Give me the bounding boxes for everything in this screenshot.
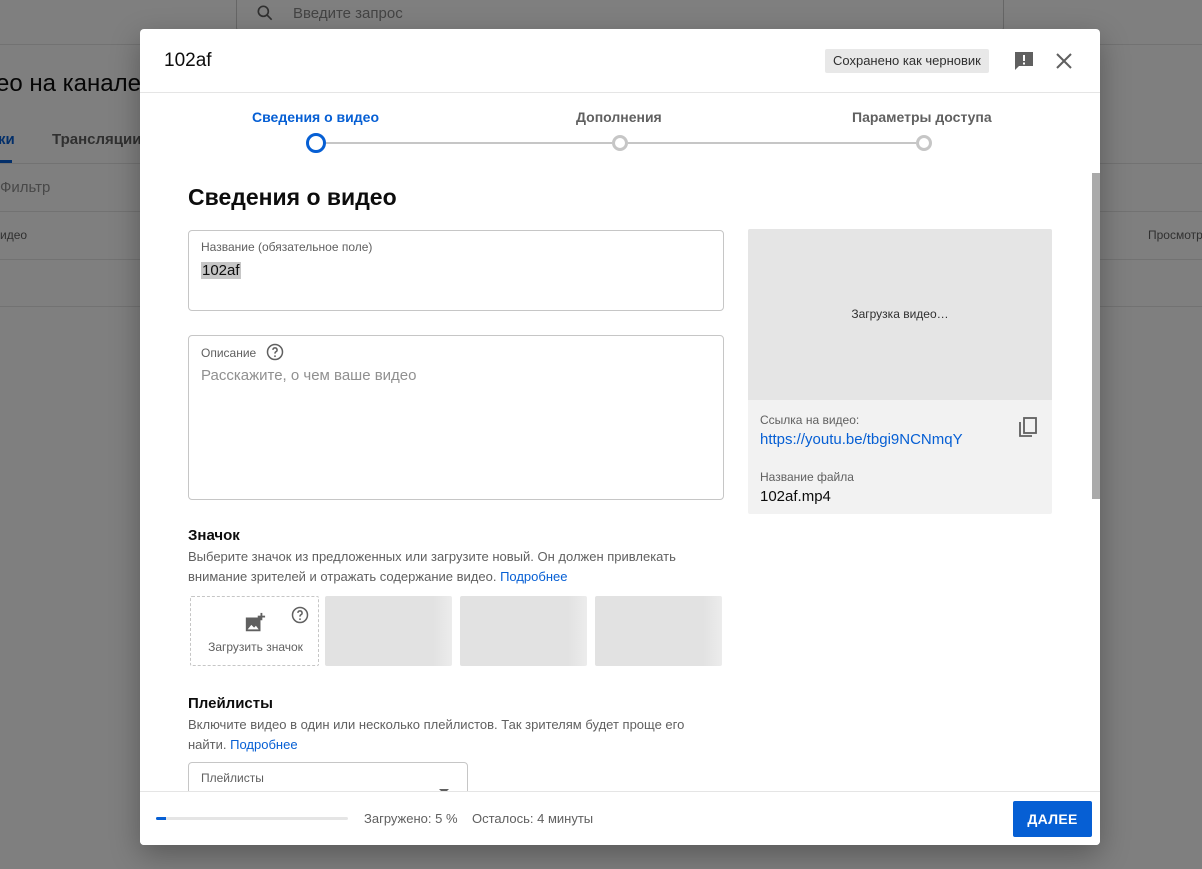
upload-status: Загружено: 5 %	[364, 811, 458, 826]
title-field-label: Название (обязательное поле)	[201, 240, 373, 254]
title-field[interactable]: Название (обязательное поле) 102af	[188, 230, 724, 311]
file-name-label: Название файла	[760, 470, 854, 484]
stepper-line	[326, 142, 612, 144]
video-link-label: Ссылка на видео:	[760, 413, 860, 427]
step-dot-details[interactable]	[306, 133, 326, 153]
step-dot-extras[interactable]	[612, 135, 628, 151]
upload-thumbnail-button[interactable]: Загрузить значок	[190, 596, 319, 666]
video-preview-card: Загрузка видео… Ссылка на видео: https:/…	[748, 229, 1052, 514]
description-field[interactable]: Описание Расскажите, о чем ваше видео	[188, 335, 724, 500]
video-preview: Загрузка видео…	[748, 229, 1052, 400]
feedback-icon[interactable]	[1012, 49, 1036, 73]
help-icon[interactable]	[265, 342, 285, 362]
close-icon[interactable]	[1052, 49, 1076, 73]
playlists-title: Плейлисты	[188, 695, 273, 712]
step-dot-visibility[interactable]	[916, 135, 932, 151]
thumbnail-option[interactable]	[460, 596, 587, 666]
step-extras[interactable]: Дополнения	[576, 109, 662, 125]
copy-icon[interactable]	[1016, 416, 1040, 440]
thumbnail-description: Выберите значок из предложенных или загр…	[188, 547, 708, 587]
draft-status-badge: Сохранено как черновик	[825, 49, 989, 73]
description-placeholder: Расскажите, о чем ваше видео	[201, 367, 417, 384]
upload-progress-fill	[156, 817, 166, 820]
playlists-description: Включите видео в один или несколько плей…	[188, 715, 708, 755]
dialog-footer: Загружено: 5 % Осталось: 4 минуты ДАЛЕЕ	[140, 791, 1100, 845]
thumbnail-title: Значок	[188, 527, 240, 544]
dialog-header: 102af Сохранено как черновик	[140, 29, 1100, 93]
playlists-learn-more-link[interactable]: Подробнее	[230, 737, 297, 752]
thumbnail-option[interactable]	[595, 596, 722, 666]
title-field-value[interactable]: 102af	[201, 262, 241, 279]
file-name-value: 102af.mp4	[760, 488, 831, 505]
thumbnail-option[interactable]	[325, 596, 452, 666]
section-title: Сведения о видео	[188, 184, 397, 210]
playlist-select-label: Плейлисты	[201, 771, 264, 785]
step-details[interactable]: Сведения о видео	[252, 109, 379, 125]
video-loading-text: Загрузка видео…	[851, 307, 949, 321]
upload-progress-bar	[156, 817, 348, 820]
add-photo-icon	[245, 612, 266, 632]
step-visibility[interactable]: Параметры доступа	[852, 109, 992, 125]
description-field-label: Описание	[201, 346, 257, 360]
help-icon[interactable]	[290, 605, 310, 625]
dialog-title: 102af	[164, 50, 212, 71]
thumbnail-description-text: Выберите значок из предложенных или загр…	[188, 549, 676, 584]
stepper-line	[628, 142, 916, 144]
time-remaining: Осталось: 4 минуты	[472, 811, 594, 826]
upload-dialog: 102af Сохранено как черновик Сведения о …	[140, 29, 1100, 845]
upload-thumbnail-label: Загрузить значок	[208, 640, 303, 654]
next-button[interactable]: ДАЛЕЕ	[1013, 801, 1092, 837]
video-link[interactable]: https://youtu.be/tbgi9NCNmqY	[760, 431, 963, 448]
dialog-scrollbar[interactable]	[1092, 173, 1100, 499]
thumbnail-learn-more-link[interactable]: Подробнее	[500, 569, 567, 584]
